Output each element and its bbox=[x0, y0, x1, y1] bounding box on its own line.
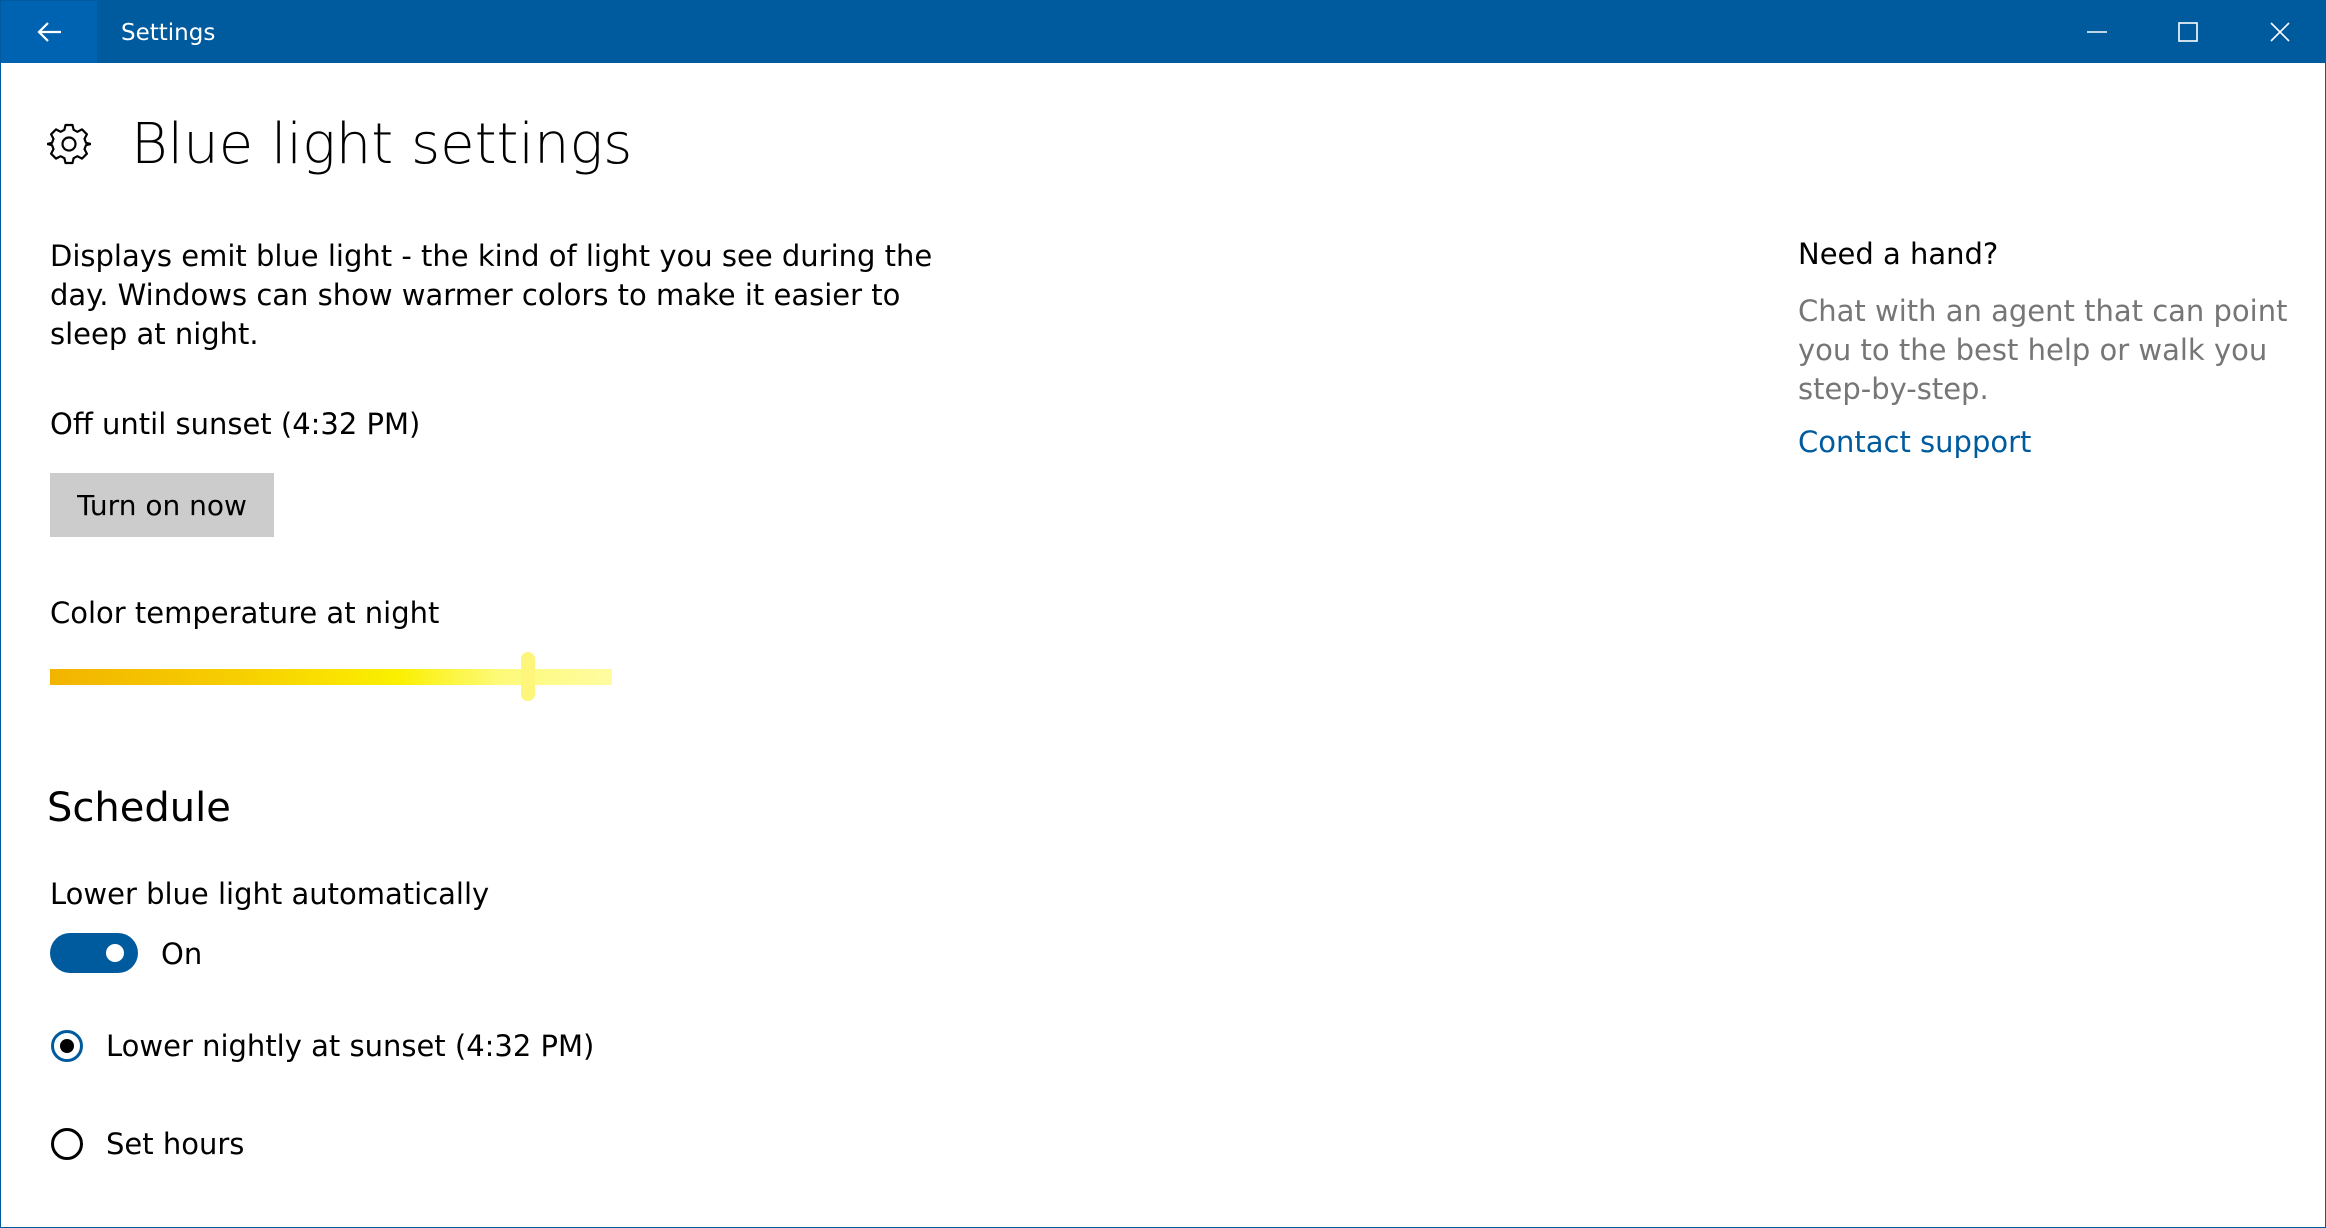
minimize-icon bbox=[2087, 31, 2107, 33]
help-text: Chat with an agent that can point you to… bbox=[1798, 294, 2288, 406]
radio-set-hours-label[interactable]: Set hours bbox=[106, 1125, 244, 1163]
close-icon bbox=[2270, 22, 2290, 42]
settings-window: Settings Blue light settings Displays em… bbox=[0, 0, 2326, 1228]
color-temperature-slider[interactable] bbox=[50, 641, 612, 713]
auto-lower-label: Lower blue light automatically bbox=[50, 877, 490, 911]
schedule-heading: Schedule bbox=[47, 785, 231, 831]
radio-sunset-label[interactable]: Lower nightly at sunset (4:32 PM) bbox=[106, 1027, 594, 1065]
toggle-knob bbox=[106, 944, 124, 962]
gear-icon bbox=[47, 123, 91, 165]
back-button[interactable] bbox=[1, 1, 97, 63]
color-temperature-label: Color temperature at night bbox=[50, 596, 440, 630]
close-button[interactable] bbox=[2234, 1, 2325, 63]
auto-lower-toggle[interactable] bbox=[50, 933, 138, 973]
window-title: Settings bbox=[121, 20, 216, 46]
maximize-icon bbox=[2178, 22, 2198, 42]
status-text: Off until sunset (4:32 PM) bbox=[50, 407, 421, 441]
radio-selected-dot bbox=[60, 1039, 74, 1053]
title-bar: Settings bbox=[1, 1, 2325, 63]
arrow-left-icon bbox=[37, 22, 61, 42]
slider-thumb[interactable] bbox=[521, 652, 535, 701]
page-title: Blue light settings bbox=[131, 112, 633, 177]
minimize-button[interactable] bbox=[2051, 1, 2143, 63]
radio-sunset[interactable] bbox=[51, 1030, 83, 1062]
intro-text: Displays emit blue light - the kind of l… bbox=[50, 239, 933, 351]
radio-set-hours[interactable] bbox=[51, 1128, 83, 1160]
help-heading: Need a hand? bbox=[1798, 237, 1999, 271]
turn-on-now-button[interactable]: Turn on now bbox=[50, 473, 274, 537]
contact-support-link[interactable]: Contact support bbox=[1798, 423, 2031, 461]
maximize-button[interactable] bbox=[2142, 1, 2234, 63]
toggle-state-text: On bbox=[161, 937, 203, 971]
